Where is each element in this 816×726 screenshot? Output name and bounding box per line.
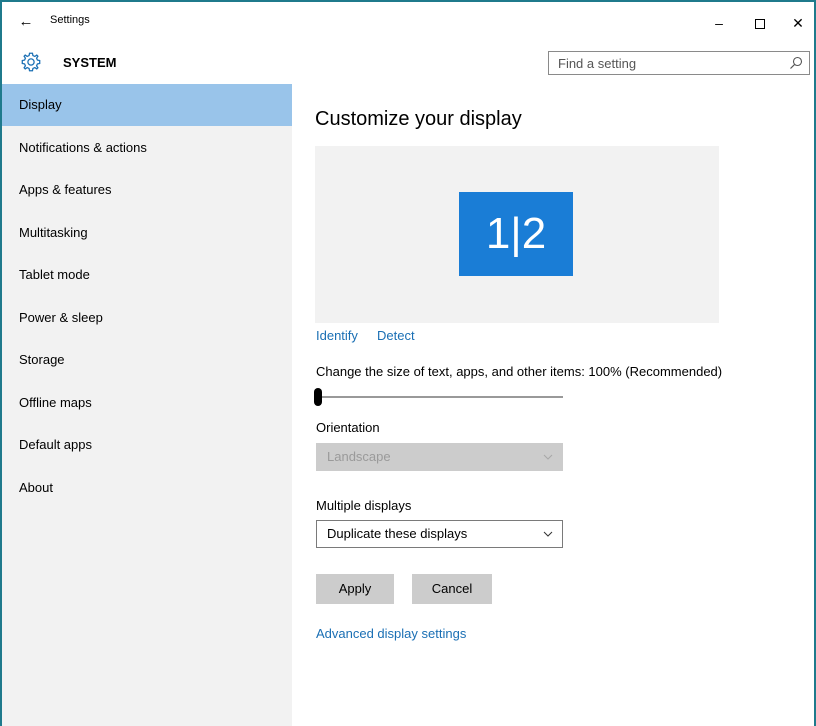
sidebar-item-storage[interactable]: Storage: [2, 339, 292, 381]
sidebar-item-display[interactable]: Display: [2, 84, 292, 126]
scale-label: Change the size of text, apps, and other…: [316, 364, 723, 379]
sidebar-item-tablet-mode[interactable]: Tablet mode: [2, 254, 292, 296]
title-bar: ← Settings – ✕: [2, 2, 814, 44]
display-preview: 1|2: [315, 146, 719, 323]
window-title: Settings: [50, 14, 90, 26]
section-title: SYSTEM: [63, 55, 117, 70]
orientation-value: Landscape: [327, 449, 391, 464]
detect-link[interactable]: Detect: [377, 328, 415, 343]
orientation-label: Orientation: [316, 420, 380, 435]
slider-track: [316, 396, 563, 398]
slider-thumb[interactable]: [314, 388, 322, 406]
monitor-tile[interactable]: 1|2: [459, 192, 573, 276]
advanced-display-settings-link[interactable]: Advanced display settings: [316, 626, 466, 641]
maximize-button[interactable]: [745, 12, 775, 34]
sidebar-item-power-sleep[interactable]: Power & sleep: [2, 297, 292, 339]
chevron-down-icon: [543, 531, 553, 537]
cancel-button[interactable]: Cancel: [412, 574, 492, 604]
gear-icon: [21, 52, 41, 72]
search-icon[interactable]: [789, 56, 803, 70]
close-button[interactable]: ✕: [783, 12, 813, 34]
page-title: Customize your display: [315, 108, 522, 130]
search-box[interactable]: [548, 51, 810, 75]
sidebar-item-offline-maps[interactable]: Offline maps: [2, 382, 292, 424]
sidebar-item-default-apps[interactable]: Default apps: [2, 424, 292, 466]
sidebar-item-multitasking[interactable]: Multitasking: [2, 212, 292, 254]
multiple-displays-value: Duplicate these displays: [327, 526, 468, 541]
chevron-down-icon: [543, 454, 553, 460]
sidebar: Display Notifications & actions Apps & fea…: [2, 84, 292, 726]
scale-slider[interactable]: [314, 386, 563, 408]
multiple-displays-dropdown[interactable]: Duplicate these displays: [316, 520, 563, 548]
minimize-button[interactable]: –: [704, 12, 734, 34]
settings-window: ← Settings – ✕ SYSTEM DisplayNotificatio…: [0, 0, 816, 726]
orientation-dropdown: Landscape: [316, 443, 563, 471]
sidebar-item-about[interactable]: About: [2, 467, 292, 509]
back-arrow-icon[interactable]: ←: [16, 12, 36, 32]
multiple-displays-label: Multiple displays: [316, 498, 412, 513]
sidebar-item-notifications-actions[interactable]: Notifications & actions: [2, 127, 292, 169]
maximize-icon: [755, 19, 765, 30]
apply-button[interactable]: Apply: [316, 574, 394, 604]
identify-link[interactable]: Identify: [316, 328, 358, 343]
sidebar-item-apps-features[interactable]: Apps & features: [2, 169, 292, 211]
search-input[interactable]: [549, 52, 783, 74]
